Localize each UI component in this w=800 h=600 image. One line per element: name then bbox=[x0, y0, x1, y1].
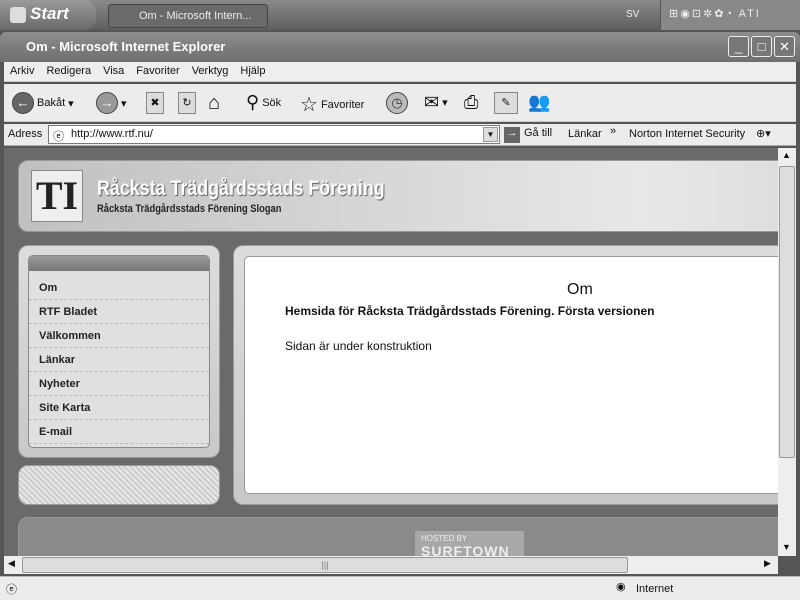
scroll-left-icon[interactable]: ◀ bbox=[8, 558, 15, 569]
minimize-button[interactable]: _ bbox=[728, 36, 749, 57]
messenger-button[interactable]: 👥 bbox=[528, 92, 550, 113]
ati-icon[interactable]: ATI bbox=[739, 8, 761, 20]
host-name: SURFTOWN bbox=[421, 543, 510, 556]
edit-icon: ✎ bbox=[494, 92, 518, 114]
scroll-up-icon[interactable]: ▲ bbox=[782, 150, 791, 160]
norton-button[interactable]: Norton Internet Security bbox=[629, 128, 745, 140]
nav-item-email[interactable]: E-mail bbox=[29, 420, 209, 444]
vertical-scrollbar[interactable]: ▲ ▼ bbox=[778, 148, 796, 556]
back-button[interactable]: ← Bakåt ▾ bbox=[12, 92, 74, 114]
refresh-icon: ↻ bbox=[178, 92, 196, 114]
menu-favoriter[interactable]: Favoriter bbox=[130, 62, 185, 77]
side-decor-panel bbox=[18, 465, 220, 505]
site-logo: TI bbox=[31, 170, 83, 222]
main-panel: Om Hemsida för Råcksta Trädgårdsstads Fö… bbox=[233, 245, 778, 505]
mail-icon: ✉ bbox=[424, 92, 440, 112]
home-icon: ⌂ bbox=[208, 92, 221, 114]
back-label: Bakåt bbox=[37, 97, 66, 109]
menu-verktyg[interactable]: Verktyg bbox=[186, 62, 235, 77]
address-label: Adress bbox=[8, 128, 43, 140]
nav-item-rtf-bladet[interactable]: RTF Bladet bbox=[29, 300, 209, 324]
address-input[interactable]: ⓔ http://www.rtf.nu/ ▼ bbox=[48, 125, 500, 144]
toolbar: ← Bakåt ▾ → ▾ ✖ ↻ ⌂ ⚲ Sök ☆ Favoriter ◷ ✉ ▾… bbox=[4, 84, 796, 122]
stop-button[interactable]: ✖ bbox=[146, 92, 164, 114]
mail-button[interactable]: ✉ ▾ bbox=[424, 92, 448, 113]
status-bar: ⓔ ◉ Internet bbox=[0, 576, 800, 600]
forward-button[interactable]: → ▾ bbox=[96, 92, 127, 114]
search-button[interactable]: ⚲ Sök bbox=[246, 92, 281, 113]
menu-visa[interactable]: Visa bbox=[97, 62, 130, 77]
taskbar-ie-window[interactable]: Om - Microsoft Intern... bbox=[108, 4, 268, 28]
language-indicator[interactable]: SV bbox=[626, 9, 639, 20]
nav-item-lankar[interactable]: Länkar bbox=[29, 348, 209, 372]
back-arrow-icon: ← bbox=[12, 92, 34, 114]
forward-arrow-icon: → bbox=[96, 92, 118, 114]
close-button[interactable]: ✕ bbox=[774, 36, 795, 57]
window-title: Om - Microsoft Internet Explorer bbox=[26, 39, 226, 54]
page-heading: Om bbox=[567, 281, 593, 298]
hosted-by-label: HOSTED BY bbox=[421, 534, 468, 543]
zone-label: Internet bbox=[636, 583, 674, 595]
site-footer: HOSTED BY SURFTOWN bbox=[18, 517, 778, 556]
menu-arkiv[interactable]: Arkiv bbox=[4, 62, 40, 77]
chevron-right-icon[interactable]: » bbox=[610, 125, 616, 137]
nav-item-valkommen[interactable]: Välkommen bbox=[29, 324, 209, 348]
ie-page-icon: ⓔ bbox=[53, 131, 64, 143]
content-area: Om Hemsida för Råcksta Trädgårdsstads Fö… bbox=[244, 256, 778, 494]
address-bar: Adress ⓔ http://www.rtf.nu/ ▼ → Gå till Län… bbox=[4, 124, 796, 146]
favorites-button[interactable]: ☆ Favoriter bbox=[300, 92, 364, 117]
taskbar: Start Om - Microsoft Intern... SV ⊞◉⊡✲✿◔… bbox=[0, 0, 800, 30]
internet-zone-icon: ◉ bbox=[616, 581, 626, 593]
menu-bar: Arkiv Redigera Visa Favoriter Verktyg Hjälp bbox=[4, 62, 796, 82]
surftown-logo[interactable]: HOSTED BY SURFTOWN bbox=[415, 531, 524, 556]
address-dropdown-icon[interactable]: ▼ bbox=[483, 127, 498, 142]
scroll-right-icon[interactable]: ▶ bbox=[764, 558, 771, 569]
nav-item-site-karta[interactable]: Site Karta bbox=[29, 396, 209, 420]
page-viewport: TI Råcksta Trädgårdsstads Förening Råcks… bbox=[4, 148, 778, 556]
history-icon: ◷ bbox=[386, 92, 408, 114]
printer-icon: ⎙ bbox=[464, 92, 479, 112]
site-title: Råcksta Trädgårdsstads Förening bbox=[97, 177, 385, 200]
horizontal-scrollbar[interactable]: ◀ ||| ▶ bbox=[4, 556, 778, 574]
maximize-button[interactable]: □ bbox=[751, 36, 772, 57]
site-header: TI Råcksta Trädgårdsstads Förening Råcks… bbox=[18, 160, 778, 232]
intro-text: Hemsida för Råcksta Trädgårdsstads Fören… bbox=[285, 304, 655, 318]
construction-note: Sidan är under konstruktion bbox=[285, 339, 432, 353]
edit-button[interactable]: ✎ bbox=[494, 92, 518, 114]
start-label: Start bbox=[30, 4, 69, 23]
window-titlebar: Om - Microsoft Internet Explorer bbox=[0, 32, 800, 62]
vertical-scroll-thumb[interactable] bbox=[779, 166, 795, 458]
go-button[interactable]: → Gå till bbox=[504, 127, 552, 143]
nav-item-nyheter[interactable]: Nyheter bbox=[29, 372, 209, 396]
site-slogan: Råcksta Trädgårdsstads Förening Slogan bbox=[97, 203, 282, 215]
nav-item-om[interactable]: Om bbox=[29, 276, 209, 300]
go-label: Gå till bbox=[524, 127, 553, 139]
links-button[interactable]: Länkar bbox=[568, 128, 602, 140]
scroll-down-icon[interactable]: ▼ bbox=[782, 542, 791, 552]
nav-panel: Om RTF Bladet Välkommen Länkar Nyheter S… bbox=[18, 245, 220, 458]
system-tray[interactable]: ⊞◉⊡✲✿◔ ATI bbox=[660, 0, 800, 30]
menu-redigera[interactable]: Redigera bbox=[40, 62, 97, 77]
nav-header bbox=[29, 256, 209, 271]
nav-menu: Om RTF Bladet Välkommen Länkar Nyheter S… bbox=[28, 255, 210, 448]
start-button[interactable]: Start bbox=[0, 0, 96, 30]
messenger-icon: 👥 bbox=[528, 92, 551, 112]
refresh-button[interactable]: ↻ bbox=[178, 92, 196, 114]
home-button[interactable]: ⌂ bbox=[208, 92, 220, 115]
search-label: Sök bbox=[262, 96, 282, 109]
norton-globe-icon[interactable]: ⊕▾ bbox=[756, 127, 771, 140]
stop-icon: ✖ bbox=[146, 92, 164, 114]
windows-logo-icon bbox=[10, 7, 26, 23]
history-button[interactable]: ◷ bbox=[386, 92, 408, 114]
go-arrow-icon: → bbox=[504, 127, 520, 143]
search-icon: ⚲ bbox=[246, 92, 260, 112]
favorites-label: Favoriter bbox=[320, 98, 365, 111]
star-icon: ☆ bbox=[300, 94, 318, 116]
horizontal-scroll-thumb[interactable]: ||| bbox=[22, 557, 628, 573]
address-url: http://www.rtf.nu/ bbox=[71, 128, 153, 140]
menu-hjalp[interactable]: Hjälp bbox=[234, 62, 271, 77]
page-status-icon: ⓔ bbox=[6, 584, 17, 596]
print-button[interactable]: ⎙ bbox=[464, 92, 478, 113]
